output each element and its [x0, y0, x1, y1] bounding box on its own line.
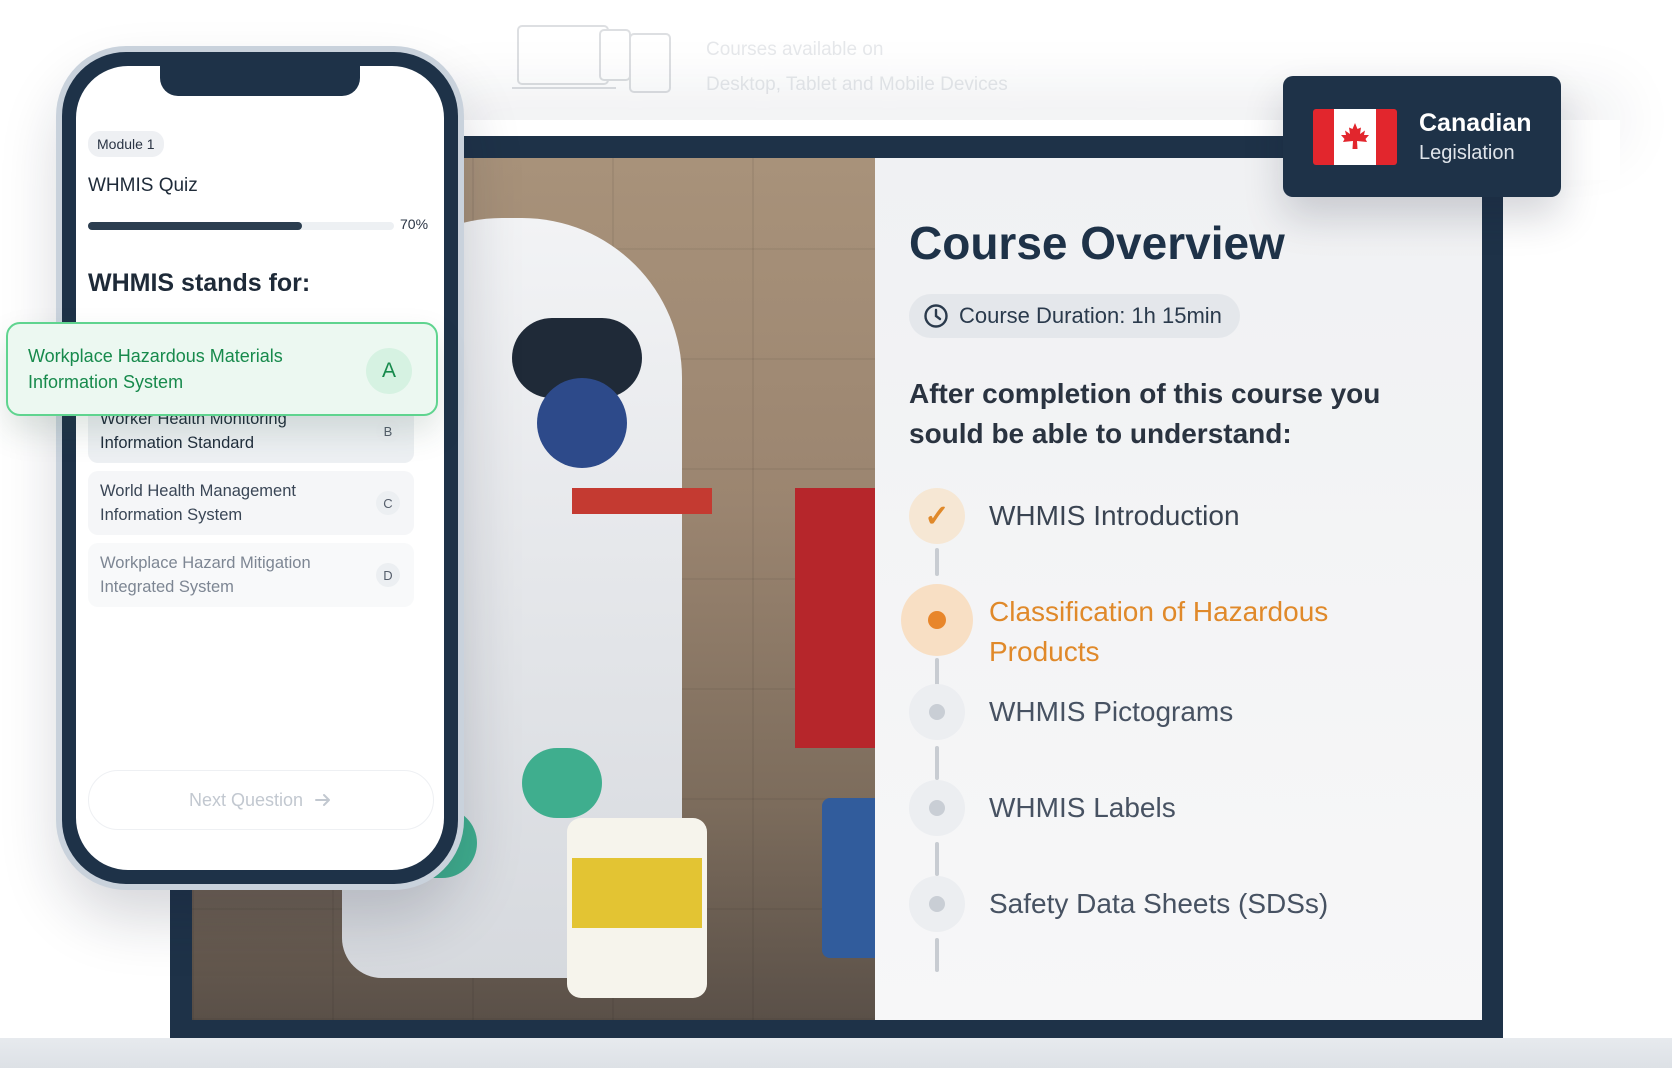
- topic-item[interactable]: WHMIS Pictograms: [909, 684, 1233, 740]
- topic-item[interactable]: Safety Data Sheets (SDSs): [909, 876, 1328, 932]
- option-text: World Health Management Information Syst…: [100, 482, 296, 524]
- course-overview-panel: Course Overview Course Duration: 1h 15mi…: [875, 158, 1482, 1020]
- badge-subtitle: Legislation: [1419, 141, 1515, 164]
- topic-label: WHMIS Introduction: [989, 500, 1240, 531]
- topic-label: Classification of Hazardous Products: [989, 596, 1329, 667]
- answer-option-c[interactable]: World Health Management Information Syst…: [88, 471, 414, 535]
- clock-icon: [924, 304, 948, 328]
- devices-line-2: Desktop, Tablet and Mobile Devices: [706, 74, 1008, 95]
- devices-line-1: Courses available on: [706, 39, 884, 60]
- quiz-title: WHMIS Quiz: [88, 175, 198, 196]
- duration-text: Course Duration: 1h 15min: [959, 303, 1222, 328]
- option-letter: A: [366, 348, 412, 394]
- devices-hint: Courses available on Desktop, Tablet and…: [512, 22, 1008, 102]
- timeline-connector: [935, 938, 939, 972]
- badge-text: Canadian Legislation: [1419, 109, 1532, 165]
- option-text: Workplace Hazard Mitigation Integrated S…: [100, 554, 311, 596]
- phone-notch: [160, 66, 360, 96]
- badge-title: Canadian: [1419, 108, 1532, 137]
- glove: [522, 748, 602, 818]
- timeline-connector: [935, 842, 939, 876]
- timeline-connector: [935, 548, 939, 576]
- option-letter: B: [376, 419, 400, 443]
- harness-strap: [572, 488, 712, 514]
- stage: Courses available on Desktop, Tablet and…: [0, 0, 1672, 1068]
- topic-label: Safety Data Sheets (SDSs): [989, 888, 1329, 919]
- question-text: WHMIS stands for:: [88, 269, 311, 297]
- phone-bezel: Module 1 WHMIS Quiz 70% WHMIS stands for…: [62, 52, 458, 884]
- devices-icon: [512, 25, 671, 93]
- pending-dot-icon: [909, 876, 965, 932]
- option-text: Workplace Hazardous Materials Informatio…: [28, 346, 283, 392]
- topic-item[interactable]: Classification of Hazardous Products: [901, 584, 1349, 672]
- respirator-mask: [537, 378, 627, 468]
- topic-label: WHMIS Pictograms: [989, 696, 1234, 727]
- duration-pill: Course Duration: 1h 15min: [909, 294, 1240, 338]
- topic-label: WHMIS Labels: [989, 792, 1176, 823]
- topic-item[interactable]: WHMIS Labels: [909, 780, 1176, 836]
- forklift-part: [795, 488, 875, 748]
- answer-option-a-selected[interactable]: Workplace Hazardous Materials Informatio…: [6, 322, 438, 416]
- overview-title: Course Overview: [909, 217, 1285, 269]
- laptop-base: [0, 1038, 1672, 1068]
- pending-dot-icon: [909, 780, 965, 836]
- option-letter: C: [376, 491, 400, 515]
- blue-container: [822, 798, 875, 958]
- module-tag: Module 1: [88, 131, 164, 157]
- overview-intro: After completion of this course you soul…: [909, 378, 1381, 449]
- check-icon: ✓: [909, 488, 965, 544]
- phone-frame: Module 1 WHMIS Quiz 70% WHMIS stands for…: [56, 46, 464, 890]
- timeline-connector: [935, 746, 939, 780]
- progress-label: 70%: [400, 216, 429, 232]
- next-button-label: Next Question: [188, 789, 304, 810]
- pending-dot-icon: [909, 684, 965, 740]
- jug-label: [572, 858, 702, 928]
- option-letter: D: [376, 563, 400, 587]
- topic-item[interactable]: ✓ WHMIS Introduction: [909, 488, 1240, 544]
- legislation-badge: Canadian Legislation: [1283, 76, 1561, 197]
- answer-option-d[interactable]: Workplace Hazard Mitigation Integrated S…: [88, 543, 414, 607]
- active-dot-icon: [901, 584, 973, 656]
- progress-fill: [88, 222, 303, 230]
- quiz-progress-bar: [88, 222, 394, 230]
- devices-text: Courses available on Desktop, Tablet and…: [706, 22, 1008, 102]
- next-question-button[interactable]: Next Question: [88, 770, 434, 830]
- arrow-right-icon: [315, 794, 331, 806]
- phone-screen: Module 1 WHMIS Quiz 70% WHMIS stands for…: [76, 66, 444, 870]
- canada-flag-icon: [1313, 108, 1397, 165]
